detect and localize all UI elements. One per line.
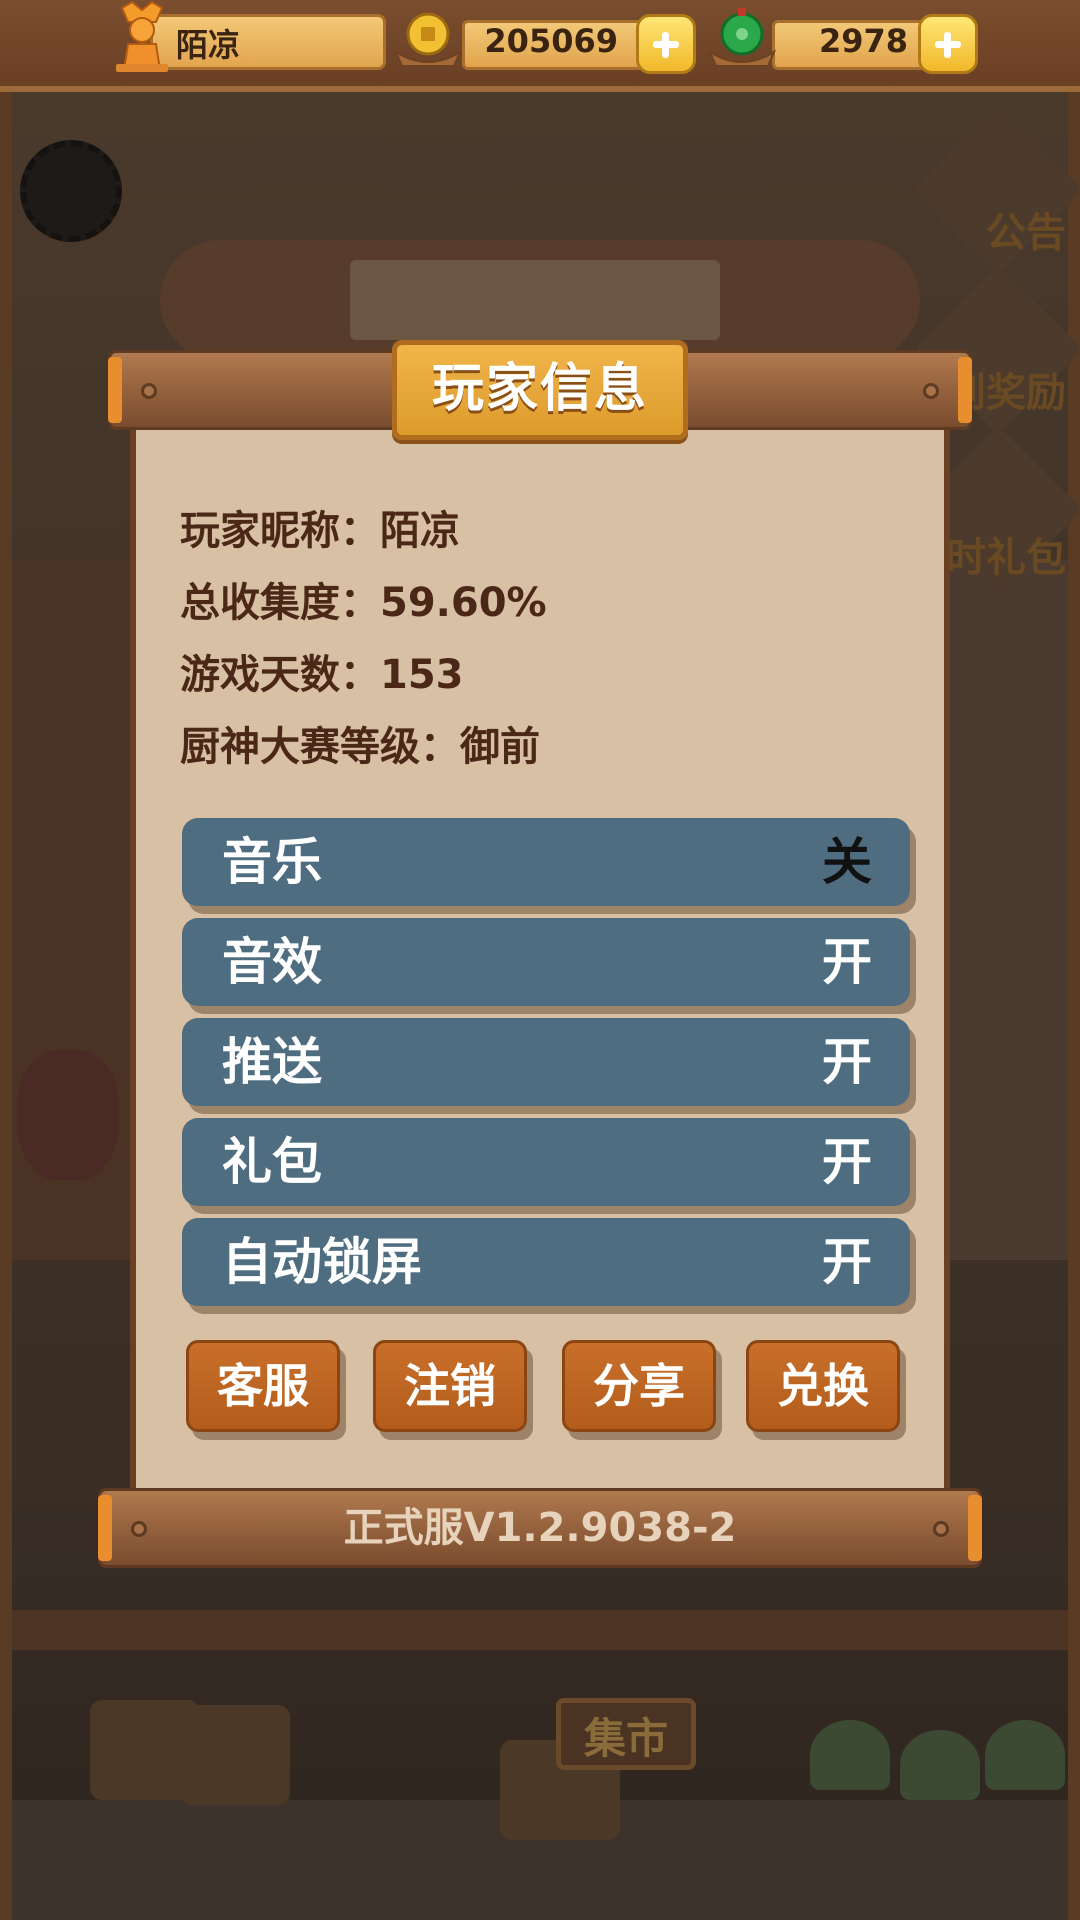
customer-service-label: 客服 [217,1359,309,1413]
info-nickname-label: 玩家昵称： [180,508,380,554]
share-button[interactable]: 分享 [562,1340,716,1432]
toggle-auto-lock-label: 自动锁屏 [222,1233,422,1291]
info-days-value: 153 [380,652,464,698]
dialog-title: 玩家信息 [431,359,648,419]
customer-service-button[interactable]: 客服 [186,1340,340,1432]
logout-label: 注销 [404,1359,496,1413]
info-nickname-value: 陌凉 [380,508,460,554]
plant-icon [900,1730,980,1800]
background-counter [12,1610,1068,1650]
plant-icon [985,1720,1065,1790]
toggle-gift-pack-label: 礼包 [222,1133,322,1191]
toggle-push-label: 推送 [222,1033,322,1091]
info-contest-level-label: 厨神大赛等级： [180,724,460,770]
share-label: 分享 [593,1359,685,1413]
toggle-push[interactable]: 推送 开 [182,1018,910,1106]
chinese-knot-icon [18,1050,118,1180]
info-days: 游戏天数：153 [180,642,464,700]
copper-coin-icon [393,12,463,67]
info-collection-label: 总收集度： [180,580,380,626]
toggle-music-label: 音乐 [222,833,322,891]
info-collection: 总收集度：59.60% [180,570,547,628]
background-frame-left [0,90,12,1920]
background-frame-right [1068,90,1080,1920]
coin-count: 205069 [484,22,618,60]
player-name: 陌凉 [176,26,241,64]
chef-statue-icon[interactable] [110,0,174,74]
info-contest-level-value: 御前 [460,724,540,770]
settings-gear-icon [20,140,122,242]
basket-icon [180,1705,290,1805]
toggle-sound-effects-label: 音效 [222,933,322,991]
toggle-sound-effects-state: 开 [822,933,872,991]
info-nickname: 玩家昵称：陌凉 [180,498,460,556]
redeem-button[interactable]: 兑换 [746,1340,900,1432]
announcement-label: 公告 [986,210,1066,256]
add-coins-button[interactable] [636,14,696,74]
logout-button[interactable]: 注销 [373,1340,527,1432]
info-days-label: 游戏天数： [180,652,380,698]
plant-icon [810,1720,890,1790]
toggle-auto-lock-state: 开 [822,1233,872,1291]
market-sign: 集市 [556,1698,696,1770]
version-text: 正式服V1.2.9038-2 [343,1505,737,1551]
toggle-music-state: 关 [822,833,872,891]
toggle-push-state: 开 [822,1033,872,1091]
add-jade-button[interactable] [918,14,978,74]
toggle-gift-pack[interactable]: 礼包 开 [182,1118,910,1206]
info-collection-value: 59.60% [380,580,547,626]
background-banner-plate [350,260,720,340]
dialog-title-plate: 玩家信息 [392,340,688,440]
info-contest-level: 厨神大赛等级：御前 [180,714,540,772]
toggle-gift-pack-state: 开 [822,1133,872,1191]
toggle-auto-lock[interactable]: 自动锁屏 开 [182,1218,910,1306]
background-shop-right [948,560,1068,1260]
toggle-sound-effects[interactable]: 音效 开 [182,918,910,1006]
jade-pendant-icon [707,8,777,67]
redeem-label: 兑换 [777,1359,869,1413]
toggle-music[interactable]: 音乐 关 [182,818,910,906]
jade-count: 2978 [818,22,908,60]
